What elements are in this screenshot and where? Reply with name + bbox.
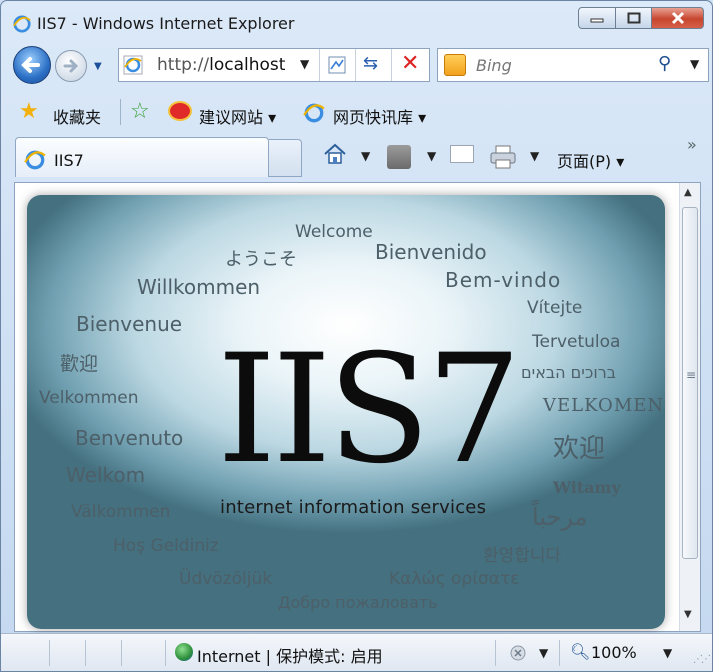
minimize-button[interactable] (578, 7, 616, 29)
window-title: IIS7 - Windows Internet Explorer (37, 14, 295, 33)
maximize-icon (627, 12, 640, 24)
welcome-word: 欢迎 (553, 434, 606, 464)
feeds-dropdown[interactable]: ▼ (427, 149, 436, 163)
recent-pages-dropdown[interactable]: ▼ (94, 61, 102, 72)
page-menu[interactable]: 页面(P) ▾ (557, 148, 624, 172)
add-to-favorites-icon[interactable]: ☆ (130, 99, 150, 124)
forward-button[interactable] (55, 50, 87, 82)
close-icon (671, 11, 684, 25)
ie-icon (24, 150, 46, 170)
status-bar: Internet | 保护模式: 启用 ▼ 🔍︎ 100% ▼ ⋰⋰ (1, 633, 712, 671)
welcome-word: Vítejte (527, 298, 583, 318)
refresh-icon[interactable]: ⇆ (363, 53, 378, 74)
welcome-word: VELKOMEN (543, 395, 665, 416)
add-ons-icon[interactable] (509, 643, 531, 663)
zoom-dropdown[interactable]: ▼ (663, 646, 672, 660)
rss-feed-icon[interactable] (387, 145, 411, 169)
welcome-word: Bienvenido (375, 240, 487, 264)
read-mail-icon[interactable] (450, 145, 474, 163)
search-options-dropdown[interactable]: ▼ (690, 57, 699, 71)
address-dropdown[interactable]: ▼ (300, 57, 309, 71)
home-icon[interactable] (323, 143, 347, 165)
web-slice-gallery-link[interactable]: 网页快讯库 ▾ (333, 104, 426, 128)
search-icon[interactable]: ⚲ (658, 53, 671, 74)
welcome-word: Καλώς ορίσατε (389, 569, 520, 589)
welcome-word: Bem-vindo (445, 268, 562, 292)
divider (165, 640, 166, 666)
zoom-level[interactable]: 100% (591, 643, 637, 662)
compatibility-view-icon[interactable] (327, 55, 347, 75)
print-icon[interactable] (489, 145, 517, 169)
ie-page-icon (123, 55, 143, 75)
stop-icon[interactable]: ✕ (401, 51, 419, 76)
scroll-down-arrow-icon[interactable]: ▼ (684, 609, 692, 620)
divider (121, 640, 122, 666)
welcome-word: Tervetuloa (532, 332, 621, 352)
address-url: http://localhost (157, 55, 286, 75)
divider (49, 640, 50, 666)
minimize-icon (590, 18, 604, 23)
bing-icon (444, 54, 466, 76)
welcome-word: Hoş Geldiniz (113, 536, 219, 556)
favorites-star-icon[interactable]: ★ (19, 99, 39, 124)
iis7-subtitle: internet information services (220, 497, 487, 518)
divider (495, 640, 496, 666)
scroll-up-arrow-icon[interactable]: ▲ (684, 187, 692, 198)
add-ons-dropdown[interactable]: ▼ (539, 646, 548, 660)
welcome-word: 歡迎 (60, 353, 99, 375)
favorites-bar: ★ 收藏夹 ☆ 建议网站 ▾ 网页快讯库 ▾ (1, 93, 712, 133)
welcome-word: Bienvenue (76, 312, 183, 336)
welcome-word: Добро пожаловать (278, 593, 438, 612)
address-row: ▼ http://localhost ▼ ⇆ ✕ Bing ⚲ ▼ (1, 41, 712, 91)
welcome-word: Välkommen (71, 502, 171, 522)
tab-label: IIS7 (54, 151, 84, 170)
back-button[interactable] (13, 46, 51, 84)
print-dropdown[interactable]: ▼ (530, 149, 539, 163)
vertical-scrollbar[interactable]: ▲ ≡ ▼ (679, 183, 700, 631)
home-dropdown[interactable]: ▼ (361, 149, 370, 163)
address-bar[interactable]: http://localhost ▼ ⇆ ✕ (118, 48, 430, 82)
welcome-word: ברוכים הבאים (521, 363, 616, 382)
welcome-word: Velkommen (39, 388, 139, 408)
welcome-word: Benvenuto (75, 426, 184, 450)
welcome-word: Welcome (295, 222, 373, 242)
search-box[interactable]: Bing ⚲ ▼ (437, 48, 709, 82)
welcome-word: Witamy (553, 478, 621, 497)
browser-window: IIS7 - Windows Internet Explorer ▼ http:… (0, 0, 713, 672)
suggested-sites-link[interactable]: 建议网站 ▾ (199, 104, 276, 128)
resize-grip-icon[interactable]: ⋰⋰ (693, 654, 711, 665)
welcome-word: 환영합니다 (483, 546, 562, 566)
tab-row: IIS7 ▼ ▼ ▼ 页面(P) ▾ » (1, 135, 712, 179)
title-bar: IIS7 - Windows Internet Explorer (1, 1, 712, 41)
grip-icon: ≡ (686, 368, 697, 382)
tab-iis7[interactable]: IIS7 (15, 137, 269, 177)
divider (85, 640, 86, 666)
security-zone-status[interactable]: Internet | 保护模式: 启用 (197, 643, 383, 667)
divider (120, 99, 121, 125)
back-arrow-icon (21, 57, 40, 73)
welcome-word: Welkom (66, 463, 146, 487)
welcome-word: Willkommen (137, 275, 261, 299)
page-content: Welcome ようこそ Bienvenido Willkommen Bem-v… (14, 182, 701, 632)
welcome-word: مرحباً (532, 503, 588, 531)
search-input[interactable]: Bing (476, 56, 512, 75)
close-button[interactable] (652, 7, 704, 29)
zoom-icon[interactable]: 🔍︎ (570, 642, 590, 661)
welcome-word: ようこそ (225, 249, 297, 270)
iis7-welcome-banner: Welcome ようこそ Bienvenido Willkommen Bem-v… (27, 195, 665, 629)
ie-icon (13, 15, 31, 33)
divider (559, 640, 560, 666)
favorites-button[interactable]: 收藏夹 (53, 104, 101, 128)
forward-arrow-icon (63, 59, 79, 73)
ie-icon (303, 103, 325, 123)
scroll-thumb[interactable]: ≡ (682, 207, 698, 559)
maximize-button[interactable] (616, 7, 652, 29)
iis7-logo: IIS7 (217, 323, 522, 497)
welcome-word: Üdvözöljük (179, 569, 273, 589)
internet-zone-icon (175, 643, 193, 661)
weibo-icon (168, 101, 192, 121)
new-tab-button[interactable] (269, 139, 302, 177)
chevron-more-icon[interactable]: » (687, 135, 697, 154)
